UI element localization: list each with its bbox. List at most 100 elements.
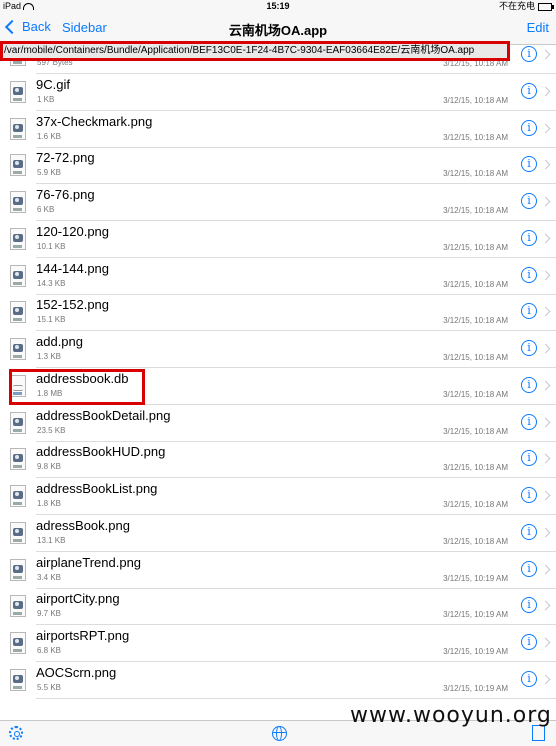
file-row[interactable]: addressBookHUD.png 9.8 KB 3/12/15, 10:18 A… — [0, 441, 556, 479]
file-row[interactable]: 144-144.png 14.3 KB 3/12/15, 10:18 AM i — [0, 258, 556, 295]
file-type-tag — [13, 502, 22, 505]
chevron-right-icon — [540, 637, 551, 648]
info-button[interactable]: i — [521, 82, 537, 99]
info-button[interactable]: i — [521, 487, 537, 503]
file-name: 72-72.png — [36, 150, 95, 166]
file-glyph — [13, 638, 23, 646]
file-name: airportsRPT.png — [36, 628, 130, 643]
status-time: 15:19 — [266, 1, 290, 11]
file-glyph — [13, 197, 23, 205]
edit-button[interactable]: Edit — [527, 20, 549, 35]
file-glyph — [13, 344, 23, 352]
file-size: 1.3 KB — [37, 352, 62, 361]
image-file-icon — [10, 485, 26, 507]
info-button[interactable]: i — [521, 560, 537, 577]
file-type-tag — [13, 575, 22, 579]
back-button[interactable]: Back — [4, 19, 51, 34]
file-row[interactable]: 9C.gif 1 KB 3/12/15, 10:18 AM i — [0, 74, 556, 111]
info-button[interactable]: i — [521, 597, 537, 614]
file-size: 9.7 KB — [37, 609, 62, 619]
image-file-icon — [10, 558, 26, 581]
file-row[interactable]: add.png 1.3 KB 3/12/15, 10:18 AM i — [0, 331, 556, 368]
file-size: 5.5 KB — [37, 682, 62, 692]
info-button[interactable]: i — [521, 119, 537, 136]
file-row[interactable]: 72-72.png 5.9 KB 3/12/15, 10:18 AM i — [0, 147, 556, 185]
file-row[interactable]: AppDownload.htmli — [0, 699, 556, 701]
file-row[interactable]: 76-76.png 6 KB 3/12/15, 10:18 AM i — [0, 184, 556, 221]
chevron-right-icon — [540, 343, 551, 354]
file-date: 3/12/15, 10:18 AM — [443, 353, 508, 362]
file-glyph — [13, 160, 23, 169]
gear-icon[interactable] — [9, 726, 23, 740]
file-glyph — [13, 674, 23, 683]
info-button[interactable]: i — [521, 229, 537, 246]
file-size: 5.9 KB — [37, 168, 62, 178]
sidebar-button[interactable]: Sidebar — [62, 20, 107, 35]
file-name: addressBookList.png — [36, 481, 158, 496]
file-name: add.png — [36, 334, 83, 349]
image-file-icon — [10, 80, 26, 103]
path-banner: /var/mobile/Containers/Bundle/Applicatio… — [0, 41, 510, 61]
info-button[interactable]: i — [521, 46, 537, 62]
image-file-icon — [10, 227, 26, 250]
file-row[interactable]: addressBookDetail.png 23.5 KB 3/12/15, 10:… — [0, 405, 556, 442]
file-row[interactable]: AOCScrn.png 5.5 KB 3/12/15, 10:19 AM i — [0, 662, 556, 699]
file-date: 3/12/15, 10:18 AM — [443, 500, 508, 509]
file-date: 3/12/15, 10:19 AM — [443, 573, 508, 583]
info-button[interactable]: i — [521, 193, 537, 209]
file-size: 3.4 KB — [37, 572, 62, 582]
file-type-tag — [13, 355, 22, 358]
info-button[interactable]: i — [521, 376, 537, 393]
file-row[interactable]: addressBookList.png 1.8 KB 3/12/15, 10:18 … — [0, 478, 556, 515]
file-date: 3/12/15, 10:18 AM — [443, 389, 508, 399]
info-button[interactable]: i — [521, 413, 537, 430]
file-date: 3/12/15, 10:18 AM — [443, 463, 508, 473]
info-button[interactable]: i — [521, 266, 537, 283]
image-file-icon — [10, 338, 26, 360]
file-row[interactable]: airplaneTrend.png 3.4 KB 3/12/15, 10:19 AM… — [0, 552, 556, 589]
file-date: 3/12/15, 10:18 AM — [443, 95, 508, 105]
file-row[interactable]: 37x-Checkmark.png 1.6 KB 3/12/15, 10:18 AM… — [0, 111, 556, 148]
file-row[interactable]: 120-120.png 10.1 KB 3/12/15, 10:18 AM i — [0, 221, 556, 258]
file-date: 3/12/15, 10:18 AM — [443, 536, 508, 546]
file-size: 13.1 KB — [37, 535, 66, 545]
file-row[interactable]: adressBook.png 13.1 KB 3/12/15, 10:18 AM i — [0, 515, 556, 552]
info-button[interactable]: i — [521, 523, 537, 540]
chevron-right-icon — [540, 123, 551, 133]
chevron-right-icon — [540, 306, 551, 317]
chevron-right-icon — [540, 86, 551, 97]
file-row[interactable]: airportsRPT.png 6.8 KB 3/12/15, 10:19 AM i — [0, 625, 556, 662]
info-button[interactable]: i — [521, 340, 537, 356]
file-glyph — [13, 123, 23, 132]
file-date: 3/12/15, 10:18 AM — [443, 279, 508, 289]
battery-icon — [538, 2, 554, 11]
file-glyph — [13, 491, 23, 499]
chevron-left-icon — [4, 19, 20, 34]
file-type-tag — [13, 281, 22, 285]
file-row[interactable]: 152-152.png 15.1 KB 3/12/15, 10:18 AM i — [0, 294, 556, 332]
image-file-icon — [10, 595, 26, 618]
globe-icon[interactable] — [272, 726, 287, 741]
image-file-icon — [10, 117, 26, 140]
file-size: 1.8 KB — [37, 499, 62, 508]
file-glyph — [13, 233, 23, 242]
file-glyph — [13, 601, 23, 610]
file-type-tag — [13, 134, 22, 138]
info-button[interactable]: i — [521, 156, 537, 173]
highlight-box — [9, 369, 145, 405]
info-button[interactable]: i — [521, 670, 537, 687]
file-row[interactable]: airportCity.png 9.7 KB 3/12/15, 10:19 AM i — [0, 588, 556, 626]
info-button[interactable]: i — [521, 450, 537, 467]
file-date: 3/12/15, 10:18 AM — [443, 426, 508, 436]
chevron-right-icon — [540, 674, 551, 685]
info-button[interactable]: i — [521, 634, 537, 650]
image-file-icon — [10, 411, 26, 434]
file-date: 3/12/15, 10:19 AM — [443, 683, 508, 693]
info-button[interactable]: i — [521, 303, 537, 320]
file-name: 120-120.png — [36, 223, 110, 239]
chevron-right-icon — [540, 417, 551, 427]
chevron-right-icon — [540, 453, 551, 464]
image-file-icon — [10, 264, 26, 287]
file-size: 23.5 KB — [37, 425, 66, 435]
file-name: airplaneTrend.png — [36, 554, 142, 570]
